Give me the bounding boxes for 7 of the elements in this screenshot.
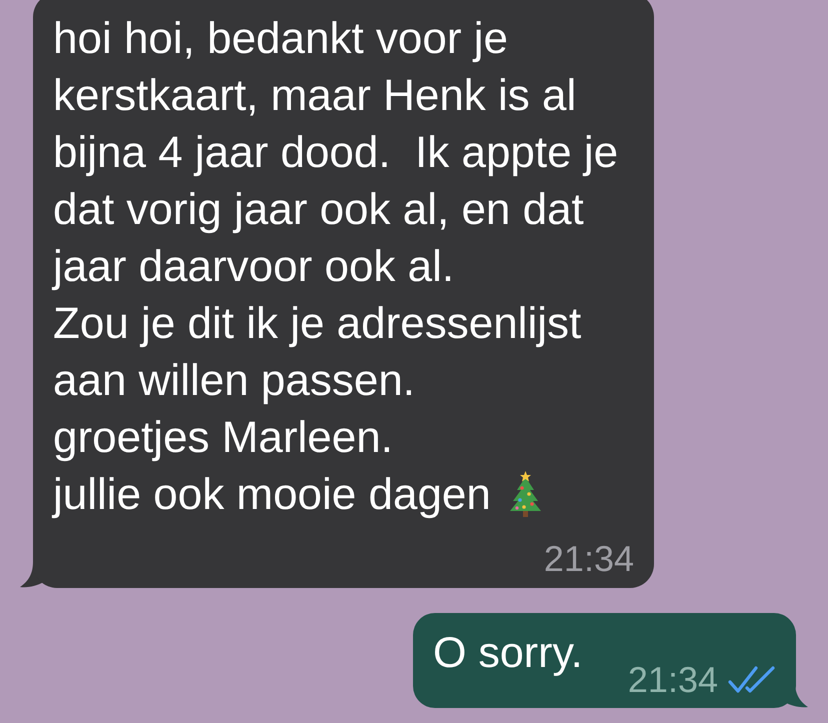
message-text: groetjes Marleen. [53, 413, 393, 462]
message-text: Zou je dit ik je adressenlijst aan willen passen. [53, 299, 582, 405]
message-text: O sorry. [433, 629, 583, 677]
message-text: jullie ook mooie dagen [53, 470, 491, 519]
timestamp: 21:34 [628, 662, 718, 698]
message-text: hoi hoi, bedankt voor je kerstkaart, maar Henk is al bijna 4 jaar dood. Ik appte je dat vorig jaar ook al, en dat jaar daarvoor ook al. [53, 14, 620, 291]
timestamp: 21:34 [544, 541, 634, 577]
